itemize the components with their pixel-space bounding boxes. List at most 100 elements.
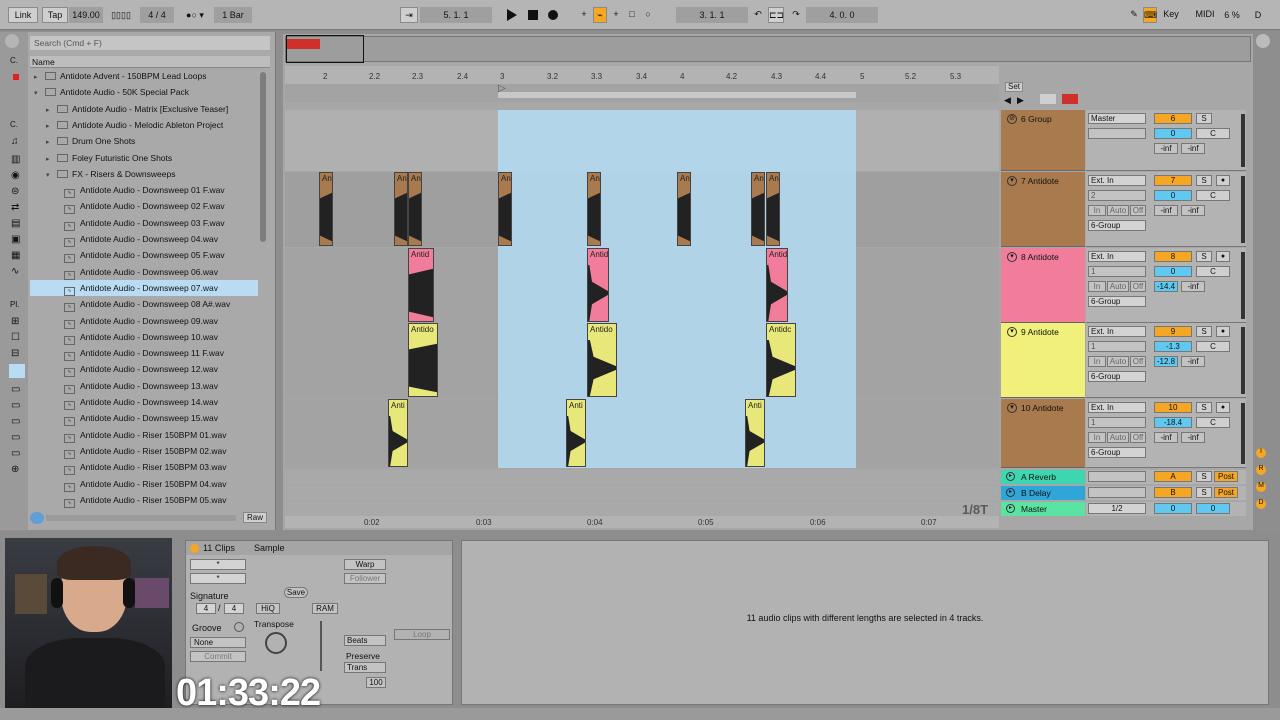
- ram-button[interactable]: RAM: [312, 603, 338, 614]
- track-activator-button[interactable]: 8: [1154, 251, 1192, 262]
- overview-toggle-icon[interactable]: [1256, 34, 1270, 48]
- song-position-field[interactable]: 5. 1. 1: [420, 7, 492, 23]
- browser-toggle-icon[interactable]: [5, 34, 19, 48]
- midi-map-button[interactable]: MIDI: [1192, 7, 1218, 23]
- audio-clip[interactable]: An: [766, 172, 780, 246]
- fold-track-icon[interactable]: ▾: [1007, 327, 1017, 337]
- punch-out-icon[interactable]: ↷: [788, 7, 804, 23]
- signature-numerator[interactable]: 4: [196, 603, 216, 614]
- send-b-field[interactable]: -inf: [1181, 143, 1205, 154]
- fold-track-icon[interactable]: ⊘: [1007, 114, 1017, 124]
- preserve-dropdown[interactable]: Trans: [344, 662, 386, 673]
- solo-button[interactable]: S: [1196, 326, 1212, 337]
- browser-item-selected[interactable]: ∿ Antidote Audio - Downsweep 07.wav: [30, 279, 258, 296]
- browser-item[interactable]: ∿ Antidote Audio - Downsweep 06.wav: [30, 264, 258, 280]
- midi-effects-icon[interactable]: ⇄: [11, 202, 19, 213]
- browser-item[interactable]: ∿ Antidote Audio - Downsweep 09.wav: [30, 313, 258, 329]
- send-b-field[interactable]: -inf: [1181, 356, 1205, 367]
- input-channel-dropdown[interactable]: 1: [1088, 266, 1146, 277]
- raw-button[interactable]: Raw: [243, 512, 267, 523]
- browser-item[interactable]: ∿ Antidote Audio - Downsweep 12.wav: [30, 361, 258, 378]
- audio-clip[interactable]: Antid: [766, 248, 788, 322]
- solo-button[interactable]: S: [1196, 487, 1212, 498]
- audio-clip[interactable]: An: [677, 172, 691, 246]
- follow-icon[interactable]: ⇥: [400, 7, 418, 23]
- browser-item[interactable]: ∿ Antidote Audio - Riser 150BPM 02.wav: [30, 443, 258, 459]
- add-folder-icon[interactable]: ⊕: [11, 464, 19, 475]
- monitor-auto-button[interactable]: Auto: [1107, 281, 1129, 292]
- output-dropdown[interactable]: 6-Group: [1088, 371, 1146, 382]
- nudge-icon[interactable]: ▯▯▯▯: [105, 7, 137, 23]
- record-icon[interactable]: [548, 10, 558, 20]
- track-activator-button[interactable]: 7: [1154, 175, 1192, 186]
- browser-item[interactable]: ▸ Antidote Audio - Melodic Ableton Projec…: [30, 117, 258, 133]
- track-header[interactable]: ▾ 8 Antidote: [1001, 248, 1085, 323]
- monitor-in-button[interactable]: In: [1088, 432, 1106, 443]
- audio-clip[interactable]: Anti: [388, 399, 408, 467]
- solo-button[interactable]: S: [1196, 251, 1212, 262]
- audio-clip[interactable]: An: [751, 172, 765, 246]
- folder-icon[interactable]: ▭: [11, 448, 20, 459]
- track-header[interactable]: ⊘ 6 Group: [1001, 110, 1085, 171]
- monitor-auto-button[interactable]: Auto: [1107, 356, 1129, 367]
- capture-icon[interactable]: □: [625, 7, 639, 23]
- folder-icon[interactable]: ▭: [11, 400, 20, 411]
- link-button[interactable]: Link: [8, 7, 38, 23]
- preview-icon[interactable]: [30, 512, 44, 524]
- overview-viewport[interactable]: [286, 35, 364, 63]
- preview-waveform[interactable]: [46, 515, 236, 521]
- monitor-auto-button[interactable]: Auto: [1107, 205, 1129, 216]
- audio-clip[interactable]: Anti: [745, 399, 765, 467]
- follower-button[interactable]: Follower: [344, 573, 386, 584]
- center-pan-button[interactable]: C: [1196, 128, 1230, 139]
- name-column-header[interactable]: Name: [30, 56, 270, 68]
- monitor-in-button[interactable]: In: [1088, 356, 1106, 367]
- master-pan-field[interactable]: 0: [1196, 503, 1230, 514]
- monitor-off-button[interactable]: Off: [1130, 356, 1146, 367]
- pan-field[interactable]: -1.3: [1154, 341, 1192, 352]
- browser-item[interactable]: ▾ FX - Risers & Downsweeps: [30, 166, 258, 182]
- transpose-knob[interactable]: [265, 632, 287, 654]
- audio-clip[interactable]: An: [587, 172, 601, 246]
- quantize-dropdown[interactable]: 1 Bar: [214, 7, 252, 23]
- metronome-icon[interactable]: ●○ ▾: [178, 7, 212, 23]
- punch-in-icon[interactable]: ↶: [750, 7, 766, 23]
- automation-arm-icon[interactable]: ⌁: [593, 7, 607, 23]
- browser-scrollbar[interactable]: [260, 72, 266, 242]
- loop-length-field[interactable]: 4. 0. 0: [806, 7, 878, 23]
- browser-item[interactable]: ∿ Antidote Audio - Downsweep 02 F.wav: [30, 198, 258, 215]
- monitor-off-button[interactable]: Off: [1130, 432, 1146, 443]
- search-input[interactable]: Search (Cmd + F): [30, 36, 270, 50]
- return-output-dropdown[interactable]: [1088, 471, 1146, 482]
- track-activator-button[interactable]: 6: [1154, 113, 1192, 124]
- sounds-icon[interactable]: ♫: [11, 136, 19, 147]
- audio-clip[interactable]: An: [319, 172, 333, 246]
- groove-hot-swap-icon[interactable]: [234, 622, 244, 632]
- locator-prev-icon[interactable]: ◀: [1004, 95, 1011, 106]
- arm-icon[interactable]: ●: [1216, 251, 1230, 262]
- lock-icon[interactable]: [1062, 94, 1078, 104]
- track-header[interactable]: ▾ 7 Antidote: [1001, 172, 1085, 247]
- input-channel-dropdown[interactable]: 1: [1088, 417, 1146, 428]
- audio-clip[interactable]: Antido: [408, 323, 438, 397]
- input-channel-dropdown[interactable]: 2: [1088, 190, 1146, 201]
- fold-track-icon[interactable]: ▸: [1006, 472, 1015, 481]
- draw-mode-icon[interactable]: ✎: [1127, 7, 1141, 23]
- plugins-icon[interactable]: ▣: [11, 234, 20, 245]
- center-pan-button[interactable]: C: [1196, 190, 1230, 201]
- audio-clip[interactable]: Antid: [408, 248, 434, 322]
- master-output-dropdown[interactable]: 1/2: [1088, 503, 1146, 514]
- loop-brace-bar[interactable]: ▷: [285, 83, 999, 102]
- master-lane[interactable]: [285, 502, 999, 516]
- audio-effects-icon[interactable]: ⊜: [11, 186, 19, 197]
- post-button[interactable]: Post: [1214, 471, 1238, 482]
- monitor-off-button[interactable]: Off: [1130, 281, 1146, 292]
- audio-clip[interactable]: An: [408, 172, 422, 246]
- drums-icon[interactable]: ▥: [11, 154, 20, 165]
- return-activator-button[interactable]: B: [1154, 487, 1192, 498]
- packs-icon[interactable]: ⊞: [11, 316, 19, 327]
- send-b-field[interactable]: -inf: [1181, 205, 1205, 216]
- current-project-icon[interactable]: ⊟: [11, 348, 19, 359]
- browser-item[interactable]: ▸ Foley Futuristic One Shots: [30, 150, 258, 166]
- return-track-header[interactable]: ▸ Master: [1001, 502, 1085, 516]
